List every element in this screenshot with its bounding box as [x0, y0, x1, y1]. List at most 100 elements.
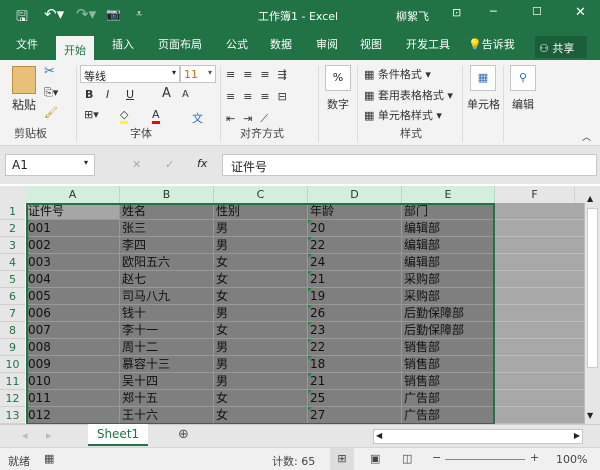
tab-file[interactable]: 文件	[16, 36, 38, 52]
worksheet-grid[interactable]: A B C D E F 1 证件号 姓名 性别 年龄 部门 2 001 张三男 20 编辑部 3 002 李四男 22 编…	[0, 186, 585, 424]
scroll-up-icon[interactable]: ▲	[587, 194, 593, 203]
cell[interactable]: 司马八九	[120, 288, 214, 305]
undo-icon[interactable]: ↶▾	[44, 5, 64, 23]
alignment-buttons[interactable]: ≡≡≡⇶ ≡≡≡⊟ ⇤⇥⟋	[226, 64, 295, 130]
cell[interactable]: 18	[308, 356, 402, 373]
cell[interactable]	[495, 271, 585, 288]
row-header[interactable]: 5	[0, 271, 25, 288]
cell[interactable]: 19	[308, 288, 402, 305]
cell[interactable]: 010	[26, 373, 120, 390]
page-layout-view-icon[interactable]: ▣	[370, 452, 380, 465]
save-icon[interactable]: 🖫	[16, 6, 28, 30]
cell[interactable]: 女	[214, 254, 308, 271]
cell[interactable]: 证件号	[26, 203, 120, 220]
row-header[interactable]: 8	[0, 322, 25, 339]
cancel-icon[interactable]: ✕	[132, 158, 141, 171]
cell[interactable]: 22	[308, 339, 402, 356]
cell[interactable]: 李十一	[120, 322, 214, 339]
macro-record-icon[interactable]: ▦	[44, 452, 54, 465]
cell[interactable]: 21	[308, 373, 402, 390]
insert-function-button[interactable]: fx	[197, 157, 207, 170]
cell[interactable]: 001	[26, 220, 120, 237]
tell-me[interactable]: 💡告诉我	[468, 36, 515, 52]
cell[interactable]: 21	[308, 271, 402, 288]
italic-button[interactable]: I	[106, 88, 109, 101]
column-header-A[interactable]: A	[26, 186, 120, 203]
cell[interactable]: 23	[308, 322, 402, 339]
tab-view[interactable]: 视图	[360, 36, 382, 52]
borders-icon[interactable]: ⊞▾	[84, 108, 99, 121]
minimize-button[interactable]: ─	[490, 5, 497, 18]
cut-icon[interactable]: ✂	[44, 64, 55, 79]
cell[interactable]: 后勤保障部	[402, 322, 495, 339]
cell[interactable]: 销售部	[402, 373, 495, 390]
row-header[interactable]: 10	[0, 356, 25, 373]
cell[interactable]: 25	[308, 390, 402, 407]
maximize-button[interactable]: ☐	[532, 5, 542, 18]
font-size-select[interactable]: 11 ▾	[180, 65, 216, 83]
column-header-C[interactable]: C	[214, 186, 308, 203]
copy-icon[interactable]: ⎘▾	[44, 86, 58, 100]
vertical-scrollbar[interactable]: ▲ ▼	[585, 186, 600, 424]
prev-sheet-icon[interactable]: ◂	[22, 429, 28, 442]
cell[interactable]: 女	[214, 271, 308, 288]
cell[interactable]	[495, 237, 585, 254]
cell[interactable]: 008	[26, 339, 120, 356]
user-name[interactable]: 柳絮飞	[396, 8, 429, 24]
editing-button[interactable]: 编辑	[512, 96, 534, 112]
cell[interactable]: 011	[26, 390, 120, 407]
grow-font-button[interactable]: A	[162, 86, 171, 101]
collapse-ribbon-icon[interactable]: ︿	[582, 130, 591, 143]
cell[interactable]: 26	[308, 305, 402, 322]
cell[interactable]: 钱十	[120, 305, 214, 322]
cell[interactable]: 姓名	[120, 203, 214, 220]
cell[interactable]: 年龄	[308, 203, 402, 220]
row-header[interactable]: 4	[0, 254, 25, 271]
cell[interactable]: 编辑部	[402, 237, 495, 254]
cell[interactable]: 李四	[120, 237, 214, 254]
cell[interactable]: 采购部	[402, 288, 495, 305]
cell[interactable]: 男	[214, 220, 308, 237]
formula-input[interactable]: 证件号	[222, 154, 597, 176]
cell[interactable]: 002	[26, 237, 120, 254]
cell[interactable]	[495, 203, 585, 220]
row-header[interactable]: 6	[0, 288, 25, 305]
conditional-formatting-button[interactable]: ▦ 条件格式 ▾	[364, 66, 431, 82]
font-name-select[interactable]: 等线 ▾	[80, 65, 180, 83]
cell[interactable]: 郑十五	[120, 390, 214, 407]
cell[interactable]: 采购部	[402, 271, 495, 288]
cell[interactable]: 男	[214, 373, 308, 390]
tab-data[interactable]: 数据	[270, 36, 292, 52]
cell[interactable]: 赵七	[120, 271, 214, 288]
cell[interactable]: 周十二	[120, 339, 214, 356]
row-header[interactable]: 3	[0, 237, 25, 254]
cell[interactable]: 006	[26, 305, 120, 322]
column-header-D[interactable]: D	[308, 186, 402, 203]
share-button[interactable]: ⚇ 共享	[535, 36, 587, 58]
redo-icon[interactable]: ↷▾	[76, 5, 96, 23]
zoom-out-icon[interactable]: −	[432, 451, 441, 464]
cell[interactable]: 012	[26, 407, 120, 424]
scroll-thumb[interactable]	[587, 208, 598, 368]
next-sheet-icon[interactable]: ▸	[46, 429, 52, 442]
cell[interactable]: 24	[308, 254, 402, 271]
cell[interactable]: 慕容十三	[120, 356, 214, 373]
cell[interactable]	[495, 288, 585, 305]
cell[interactable]	[495, 254, 585, 271]
add-sheet-icon[interactable]: ⊕	[178, 427, 189, 442]
ribbon-display-icon[interactable]: ⊡	[452, 6, 461, 19]
customize-icon[interactable]: ⩡	[136, 7, 142, 21]
tab-home[interactable]: 开始	[56, 36, 94, 60]
search-icon[interactable]: ⚲	[510, 65, 536, 91]
percent-icon[interactable]: %	[325, 65, 351, 91]
cell[interactable]: 男	[214, 237, 308, 254]
cell[interactable]: 009	[26, 356, 120, 373]
format-painter-icon[interactable]: 🖌	[44, 106, 58, 119]
cell[interactable]: 男	[214, 356, 308, 373]
row-header[interactable]: 12	[0, 390, 25, 407]
format-as-table-button[interactable]: ▦ 套用表格格式 ▾	[364, 87, 453, 103]
cells-button[interactable]: 单元格	[467, 96, 500, 112]
fill-color-icon[interactable]: ◇	[120, 108, 129, 124]
cell[interactable]: 销售部	[402, 356, 495, 373]
scroll-down-icon[interactable]: ▼	[587, 411, 593, 420]
